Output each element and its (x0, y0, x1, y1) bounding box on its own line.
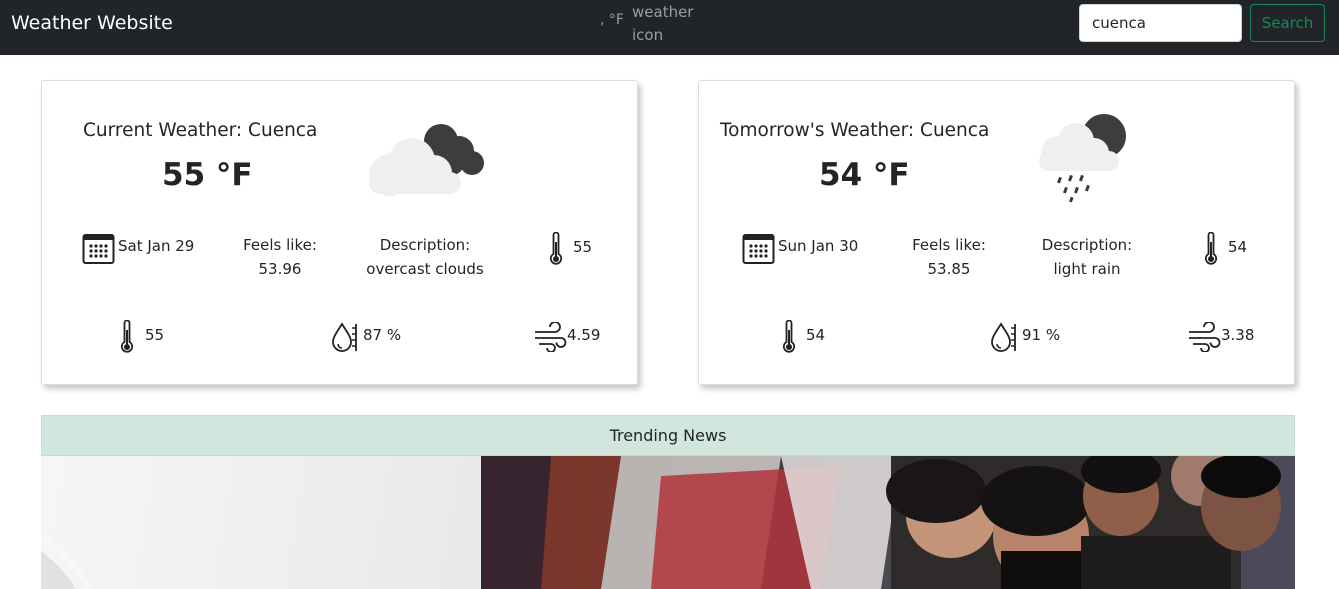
feels-like-label: Feels like: (912, 236, 986, 254)
tomorrow-weather-card: Tomorrow's Weather: Cuenca 54 °F Sun Jan… (698, 80, 1295, 385)
thermometer-icon (549, 232, 563, 265)
navbar: Weather Website , °F weather icon Search (0, 0, 1339, 55)
humidity-value: 91 % (1022, 326, 1061, 344)
calendar-icon (742, 234, 775, 264)
trending-news-header: Trending News (41, 415, 1295, 456)
search-button[interactable]: Search (1250, 4, 1325, 42)
temperature-small-secondary: 54 (806, 326, 826, 344)
wind-value: 4.59 (567, 326, 601, 344)
calendar-icon (82, 234, 115, 264)
brand-title[interactable]: Weather Website (11, 12, 173, 34)
temperature-small: 54 (1228, 238, 1248, 256)
wind-icon (1189, 322, 1221, 352)
news-image-1[interactable] (41, 456, 481, 589)
feels-like-block: Feels like: 53.85 (907, 233, 991, 281)
tomorrow-date: Sun Jan 30 (778, 237, 859, 255)
description-value: light rain (1053, 260, 1121, 278)
current-weather-card: Current Weather: Cuenca 55 °F Sat Jan 29… (41, 80, 638, 385)
humidity-icon (991, 322, 1016, 352)
thermometer-icon (1204, 232, 1218, 265)
light-rain-icon (1039, 114, 1126, 203)
description-label: Description: (1041, 236, 1133, 254)
humidity-icon (332, 322, 357, 352)
current-date: Sat Jan 29 (118, 237, 195, 255)
feels-like-value: 53.85 (927, 260, 971, 278)
unit-text: , °F (600, 12, 624, 28)
news-image-2-graphic (481, 456, 1295, 589)
temperature-small-secondary: 55 (145, 326, 165, 344)
wind-icon (535, 322, 567, 352)
description-block: Description: overcast clouds (360, 233, 490, 281)
current-weather-title: Current Weather: Cuenca (83, 120, 318, 141)
news-image-2[interactable] (481, 456, 1295, 589)
wind-value: 3.38 (1221, 326, 1255, 344)
description-block: Description: light rain (1037, 233, 1137, 281)
description-label: Description: (379, 236, 471, 254)
feels-like-value: 53.96 (258, 260, 302, 278)
tomorrow-weather-title: Tomorrow's Weather: Cuenca (720, 120, 990, 141)
news-image-1-graphic (41, 533, 92, 589)
thermometer-icon (782, 320, 796, 353)
feels-like-label: Feels like: (243, 236, 317, 254)
thermometer-icon (120, 320, 134, 353)
overcast-clouds-icon (369, 124, 484, 196)
search-input[interactable] (1079, 4, 1242, 42)
tomorrow-temperature: 54 °F (819, 157, 910, 193)
humidity-value: 87 % (363, 326, 402, 344)
feels-like-block: Feels like: 53.96 (238, 233, 322, 281)
temperature-small: 55 (573, 238, 593, 256)
description-value: overcast clouds (366, 260, 484, 278)
current-temperature: 55 °F (162, 157, 253, 193)
weather-icon-alt-text: weather icon (632, 3, 694, 44)
